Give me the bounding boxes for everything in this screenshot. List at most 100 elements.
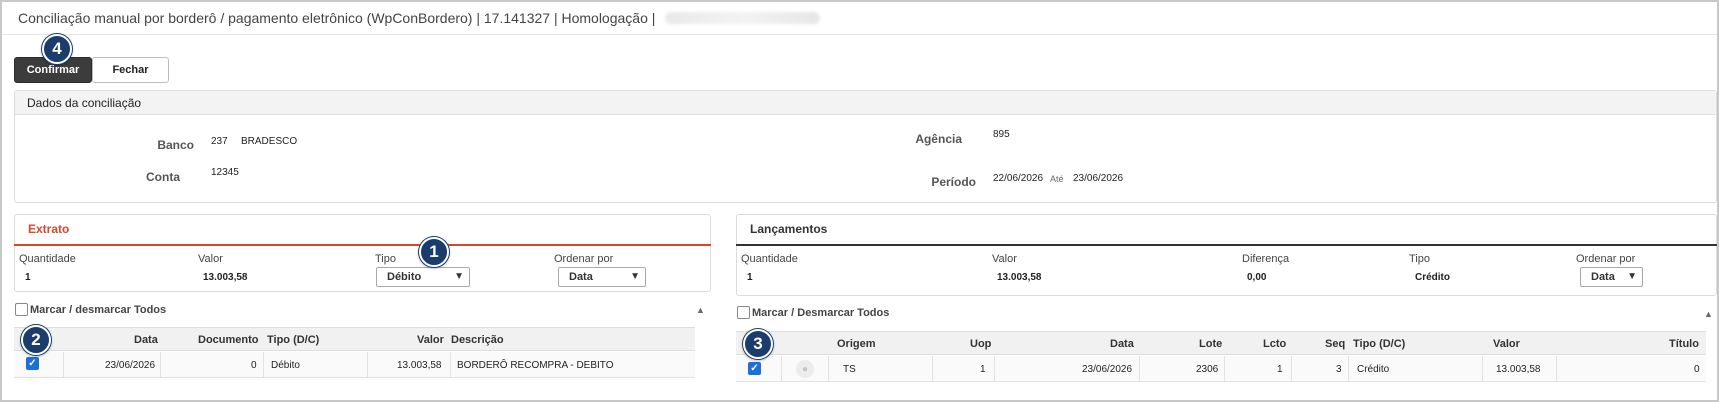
lancamentos-ordenar-label: Ordenar por — [1576, 253, 1636, 265]
extrato-row-valor: 13.003,58 — [397, 360, 442, 371]
annotation-marker-1: 1 — [419, 237, 449, 267]
periodo-to: 23/06/2026 — [1073, 173, 1124, 184]
extrato-mark-all-checkbox[interactable] — [15, 303, 28, 316]
lancamentos-col-seq[interactable]: Seq — [1325, 338, 1345, 350]
lancamentos-row-tipo: Crédito — [1357, 364, 1390, 375]
app-window: Conciliação manual por borderô / pagamen… — [0, 0, 1719, 402]
extrato-title-underline — [14, 244, 711, 246]
periodo-from: 22/06/2026 — [993, 173, 1044, 184]
extrato-row-data: 23/06/2026 — [105, 360, 156, 371]
lancamentos-col-lote[interactable]: Lote — [1199, 338, 1222, 350]
column-divider — [932, 356, 933, 382]
lancamentos-title: Lançamentos — [750, 222, 828, 236]
column-divider — [1224, 356, 1225, 382]
lancamentos-tipo-label: Tipo — [1409, 253, 1430, 265]
lancamentos-table-row[interactable]: ✓ ● TS 1 23/06/2026 2306 1 3 Crédito 13.… — [736, 356, 1706, 382]
search-icon[interactable]: ● — [796, 360, 814, 378]
lancamentos-col-valor[interactable]: Valor — [1493, 338, 1520, 350]
extrato-mark-all-label[interactable]: Marcar / desmarcar Todos — [30, 304, 166, 316]
extrato-col-valor[interactable]: Valor — [417, 334, 444, 346]
lancamentos-valor-label: Valor — [992, 253, 1017, 265]
lancamentos-diferenca-label: Diferença — [1242, 253, 1290, 265]
agencia-value: 895 — [993, 129, 1010, 140]
lancamentos-ordenar-selected: Data — [1591, 271, 1615, 283]
window-title-bar: Conciliação manual por borderô / pagamen… — [2, 2, 1717, 35]
extrato-tipo-select[interactable]: Débito ▼ — [376, 267, 470, 287]
lancamentos-col-lcto[interactable]: Lcto — [1263, 338, 1286, 350]
lancamentos-row-lote: 2306 — [1196, 364, 1219, 375]
extrato-row-tipo: Débito — [271, 360, 300, 371]
banco-label: Banco — [157, 138, 194, 152]
column-divider — [1482, 356, 1483, 382]
lancamentos-row-origem: TS — [843, 364, 856, 375]
lancamentos-col-uop[interactable]: Uop — [970, 338, 991, 350]
column-divider — [1139, 356, 1140, 382]
annotation-marker-4: 4 — [42, 34, 72, 64]
column-divider — [994, 356, 995, 382]
conta-value: 12345 — [211, 167, 239, 178]
column-divider — [828, 356, 829, 382]
column-divider — [1291, 356, 1292, 382]
column-divider — [781, 356, 782, 382]
extrato-valor-value: 13.003,58 — [203, 272, 248, 283]
extrato-collapse-icon[interactable]: ▲ — [696, 305, 705, 315]
lancamentos-row-seq: 3 — [1336, 364, 1342, 375]
extrato-quantidade-value: 1 — [25, 272, 31, 283]
lancamentos-row-uop: 1 — [980, 364, 986, 375]
column-divider — [63, 352, 64, 378]
lancamentos-row-checkbox[interactable]: ✓ — [748, 362, 761, 375]
banco-name: BRADESCO — [241, 136, 298, 147]
periodo-label: Período — [931, 175, 976, 189]
lancamentos-col-data[interactable]: Data — [1110, 338, 1134, 350]
lancamentos-table-header: Origem Uop Data Lote Lcto Seq Tipo (D/C)… — [736, 331, 1706, 355]
annotation-marker-2: 2 — [21, 325, 51, 355]
lancamentos-panel — [736, 214, 1717, 296]
banco-code: 237 — [211, 136, 228, 147]
lancamentos-collapse-icon[interactable]: ▲ — [1704, 309, 1713, 319]
lancamentos-tipo-value: Crédito — [1415, 272, 1450, 283]
close-button[interactable]: Fechar — [92, 57, 169, 83]
extrato-valor-label: Valor — [198, 253, 223, 265]
extrato-row-checkbox[interactable]: ✓ — [26, 357, 39, 370]
column-divider — [367, 352, 368, 378]
chevron-down-icon: ▼ — [454, 271, 464, 282]
extrato-row-documento: 0 — [251, 360, 257, 371]
lancamentos-quantidade-value: 1 — [747, 272, 753, 283]
chevron-down-icon: ▼ — [1627, 271, 1637, 282]
extrato-table-row[interactable]: ✓ 23/06/2026 0 Débito 13.003,58 BORDERÔ … — [14, 352, 695, 378]
lancamentos-col-titulo[interactable]: Título — [1669, 338, 1699, 350]
agencia-label: Agência — [915, 132, 962, 146]
column-divider — [1348, 356, 1349, 382]
lancamentos-mark-all-checkbox[interactable] — [737, 306, 750, 319]
column-divider — [160, 352, 161, 378]
extrato-title: Extrato — [28, 222, 70, 236]
extrato-ordenar-label: Ordenar por — [554, 253, 614, 265]
column-divider — [1556, 356, 1557, 382]
redacted-user-info — [665, 12, 821, 24]
lancamentos-row-titulo: 0 — [1694, 364, 1700, 375]
lancamentos-col-origem[interactable]: Origem — [837, 338, 876, 350]
lancamentos-title-underline — [736, 244, 1717, 246]
extrato-col-documento[interactable]: Documento — [198, 334, 259, 346]
conta-label: Conta — [146, 170, 180, 184]
extrato-col-descricao[interactable]: Descrição — [451, 334, 504, 346]
lancamentos-ordenar-select[interactable]: Data ▼ — [1580, 267, 1643, 287]
extrato-ordenar-selected: Data — [569, 271, 593, 283]
lancamentos-col-tipo[interactable]: Tipo (D/C) — [1353, 338, 1405, 350]
window-title: Conciliação manual por borderô / pagamen… — [18, 10, 656, 26]
chevron-down-icon: ▼ — [630, 271, 640, 282]
periodo-ate-label: Até — [1050, 174, 1064, 184]
extrato-table-header: Data Documento Tipo (D/C) Valor Descriçã… — [14, 327, 695, 351]
extrato-tipo-label: Tipo — [375, 253, 396, 265]
lancamentos-valor-value: 13.003,58 — [997, 272, 1042, 283]
extrato-col-data[interactable]: Data — [134, 334, 158, 346]
extrato-tipo-selected: Débito — [387, 271, 422, 283]
extrato-col-tipo[interactable]: Tipo (D/C) — [267, 334, 319, 346]
annotation-marker-3: 3 — [743, 329, 773, 359]
lancamentos-mark-all-label[interactable]: Marcar / Desmarcar Todos — [752, 307, 889, 319]
lancamentos-diferenca-value: 0,00 — [1247, 272, 1267, 283]
lancamentos-quantidade-label: Quantidade — [741, 253, 798, 265]
dados-conciliacao-title: Dados da conciliação — [15, 91, 1716, 115]
extrato-row-descricao: BORDERÔ RECOMPRA - DEBITO — [457, 360, 614, 371]
extrato-ordenar-select[interactable]: Data ▼ — [558, 267, 646, 287]
